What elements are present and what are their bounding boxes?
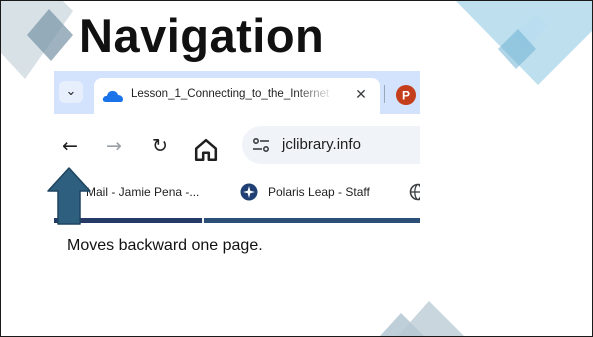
chevron-down-icon: ⌄: [65, 84, 77, 99]
page-content-strip: [54, 218, 420, 223]
site-info-icon[interactable]: [251, 137, 271, 153]
pointer-arrow-icon: [47, 167, 91, 225]
home-icon[interactable]: [192, 136, 220, 164]
bookmark-label: Polaris Leap - Staff: [268, 185, 370, 199]
decor-shapes-top-right: [456, 1, 592, 85]
bookmarks-bar: Mail - Jamie Pena -... Polaris Leap - St…: [54, 176, 420, 218]
reload-icon[interactable]: ↻: [146, 132, 174, 160]
tab-search-button[interactable]: ⌄: [59, 81, 83, 103]
slide-title: Navigation: [79, 9, 325, 62]
tab-separator: [384, 85, 385, 103]
slide: Navigation ⌄ Lesson_1_Connecting_to_the_…: [0, 0, 593, 337]
svg-text:P: P: [402, 89, 410, 103]
tab-active[interactable]: Lesson_1_Connecting_to_the_Internet ✕: [94, 78, 380, 114]
address-bar[interactable]: jclibrary.info: [242, 126, 420, 164]
tab-title-fade: [294, 83, 334, 107]
decor-shapes-bottom: [379, 301, 464, 336]
powerpoint-icon[interactable]: P: [395, 84, 417, 106]
url-text: jclibrary.info: [282, 136, 361, 153]
bookmark-label: Mail - Jamie Pena -...: [86, 185, 200, 199]
slide-caption: Moves backward one page.: [67, 237, 263, 254]
polaris-icon: [240, 183, 258, 201]
onedrive-cloud-icon: [102, 90, 123, 102]
browser-screenshot: ⌄ Lesson_1_Connecting_to_the_Internet ✕ …: [54, 71, 420, 223]
globe-icon[interactable]: [409, 183, 420, 201]
back-arrow-icon[interactable]: ←: [56, 132, 84, 160]
tab-strip: ⌄ Lesson_1_Connecting_to_the_Internet ✕ …: [54, 71, 420, 114]
browser-toolbar: ← → ↻ jclibrary.info: [54, 114, 420, 176]
forward-arrow-icon[interactable]: →: [100, 132, 128, 160]
close-icon[interactable]: ✕: [350, 84, 372, 106]
